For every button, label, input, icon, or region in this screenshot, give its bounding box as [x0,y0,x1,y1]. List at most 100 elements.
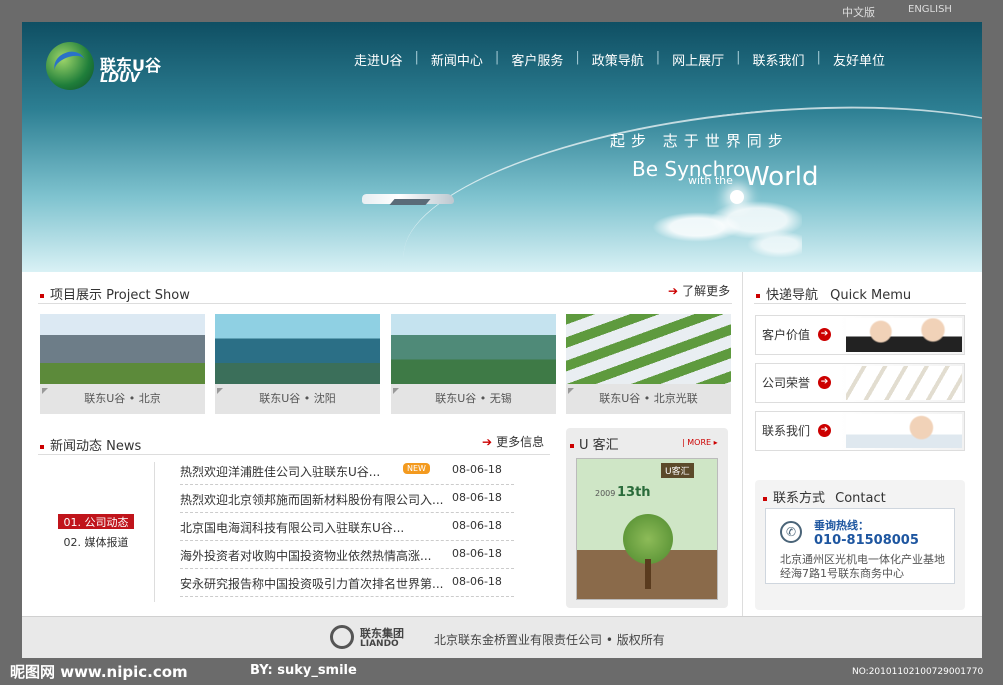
hotline-number: 010-81508005 [814,533,919,548]
slogan-en-3: World [744,162,819,192]
bullet-icon [570,443,574,448]
watermark-number: NO:20101102100729001770 [852,667,984,677]
tree-icon [623,514,673,564]
nav-item-about[interactable]: 走进U谷 [342,50,415,69]
divider [38,454,550,455]
uguest-title: U 客汇 [570,434,619,453]
news-date: 08-06-18 [452,519,502,532]
news-row[interactable]: 热烈欢迎北京领邦施而固新材料股份有限公司入... 08-06-18 [180,485,514,513]
news-row[interactable]: 海外投资者对收购中国投资物业依然热情高涨... 08-06-18 [180,541,514,569]
news-title[interactable]: 海外投资者对收购中国投资物业依然热情高涨... [180,547,431,564]
quick-menu-label: 客户价值 [762,328,811,342]
nav-item-showroom[interactable]: 网上展厅 [660,50,736,69]
call-center-image [846,414,962,448]
projects-more-link[interactable]: ➔ 了解更多 [668,282,730,299]
project-caption[interactable]: 联东U谷 • 无锡 [391,390,556,406]
watermark-author: BY: suky_smile [250,663,357,678]
main-nav: 走进U谷 | 新闻中心 | 客户服务 | 政策导航 | 网上展厅 | 联系我们 | 友好单位 [342,50,897,69]
news-title[interactable]: 安永研究报告称中国投资吸引力首次排名世界第... [180,575,443,592]
news-date: 08-06-18 [452,575,502,588]
quick-menu-label: 公司荣誉 [762,376,811,390]
news-date: 08-06-18 [452,547,502,560]
uguest-more-link[interactable]: | MORE ▸ [682,438,718,447]
slogan-en-2: with the [688,174,733,187]
world-map-image [652,192,802,262]
bullet-icon [40,293,44,298]
project-photo[interactable] [391,314,556,384]
nav-item-policy[interactable]: 政策导航 [580,50,656,69]
projects-section-title: 项目展示 Project Show [40,284,190,303]
divider [38,303,732,304]
quick-menu-label: 联系我们 [762,424,811,438]
news-title[interactable]: 热烈欢迎洋浦胜佳公司入驻联东U谷... [180,463,380,480]
news-category-media[interactable]: 02. 媒体报道 [58,534,134,550]
watermark-site: 昵图网 www.nipic.com [10,663,188,681]
quick-menu-honors[interactable]: 公司荣誉 ➔ [755,363,965,403]
logo-text-en[interactable]: LDUV [100,71,140,86]
uguest-box: U 客汇 | MORE ▸ U客汇 2009 13th [566,428,728,608]
divider [754,303,966,304]
news-row[interactable]: 北京国电海润科技有限公司入驻联东U谷... 08-06-18 [180,513,514,541]
copyright-text: 北京联东金桥置业有限责任公司 • 版权所有 [434,633,665,647]
arrow-right-icon: ➔ [668,284,679,298]
nav-item-partners[interactable]: 友好单位 [821,50,897,69]
logo-icon[interactable] [46,42,94,90]
certificates-image [846,366,962,400]
news-row[interactable]: 安永研究报告称中国投资吸引力首次排名世界第... 08-06-18 [180,569,514,597]
project-photo[interactable] [40,314,205,384]
news-more-link[interactable]: ➔ 更多信息 [482,433,544,450]
magazine-year: 2009 [595,489,616,498]
magazine-badge: U客汇 [661,463,694,478]
project-photo[interactable] [566,314,731,384]
arrow-right-icon[interactable]: ➔ [818,424,831,437]
banner: 联东U谷 LDUV 走进U谷 | 新闻中心 | 客户服务 | 政策导航 | 网上展厅 | … [22,22,982,272]
project-card[interactable]: 联东U谷 • 沈阳 [215,314,380,414]
magazine-cover-image[interactable]: U客汇 2009 13th [576,458,718,600]
contact-box: 联系方式 Contact ✆ 垂询热线： 010-81508005 北京通州区光… [755,480,965,610]
lang-chinese-link[interactable]: 中文版 [842,4,875,20]
group-name-en: LIANDO [360,639,399,649]
hotline-label: 垂询热线： [814,519,869,532]
quick-menu-contact[interactable]: 联系我们 ➔ [755,411,965,451]
nav-item-news[interactable]: 新闻中心 [419,50,495,69]
project-caption[interactable]: 联东U谷 • 北京 [40,390,205,406]
nav-item-contact[interactable]: 联系我们 [741,50,817,69]
arrow-right-icon[interactable]: ➔ [818,376,831,389]
sun-glow [730,190,744,204]
news-category-company[interactable]: 01. 公司动态 [58,514,134,529]
news-section-title: 新闻动态 News [40,435,141,454]
news-date: 08-06-18 [452,491,502,504]
news-title[interactable]: 热烈欢迎北京领邦施而固新材料股份有限公司入... [180,491,443,508]
group-logo-icon [330,625,354,649]
slogan-cn: 起步 志于世界同步 [610,132,789,150]
news-date: 08-06-18 [452,463,502,476]
lang-english-link[interactable]: ENGLISH [908,4,952,15]
project-photo[interactable] [215,314,380,384]
contact-card: ✆ 垂询热线： 010-81508005 北京通州区光机电一体化产业基地经海7路… [765,508,955,584]
page-frame: 联东U谷 LDUV 走进U谷 | 新闻中心 | 客户服务 | 政策导航 | 网上展厅 | … [22,22,982,658]
contact-title: 联系方式 Contact [763,487,886,506]
project-card[interactable]: 联东U谷 • 无锡 [391,314,556,414]
quickmenu-section-title: 快递导航 Quick Memu [756,284,911,303]
bullet-icon [756,293,760,298]
phone-icon: ✆ [780,521,802,543]
project-card[interactable]: 联东U谷 • 北京 [40,314,205,414]
arrow-right-icon[interactable]: ➔ [818,328,831,341]
project-caption[interactable]: 联东U谷 • 北京光联 [566,390,731,406]
project-caption[interactable]: 联东U谷 • 沈阳 [215,390,380,406]
bullet-icon [763,496,767,501]
contact-address: 北京通州区光机电一体化产业基地经海7路1号联东商务中心 [780,553,945,580]
magazine-issue: 13th [617,485,651,500]
tree-trunk [645,559,651,589]
nav-item-service[interactable]: 客户服务 [499,50,575,69]
business-people-image [846,318,962,352]
project-card[interactable]: 联东U谷 • 北京光联 [566,314,731,414]
news-title[interactable]: 北京国电海润科技有限公司入驻联东U谷... [180,519,404,536]
footer: 联东集团 LIANDO 北京联东金桥置业有限责任公司 • 版权所有 [22,616,982,658]
quick-menu-customer-value[interactable]: 客户价值 ➔ [755,315,965,355]
divider [154,462,155,602]
new-badge: NEW [403,463,430,474]
arrow-right-icon: ➔ [482,435,493,449]
news-row[interactable]: 热烈欢迎洋浦胜佳公司入驻联东U谷... NEW 08-06-18 [180,457,514,485]
divider [742,272,743,616]
